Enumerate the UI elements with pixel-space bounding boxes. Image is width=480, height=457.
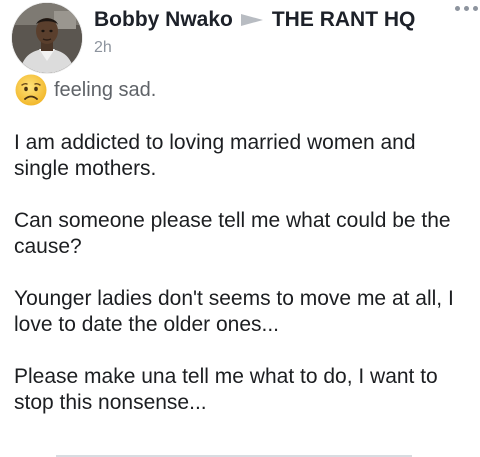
sad-face-emoji-icon	[15, 74, 47, 106]
dot-icon	[455, 6, 460, 11]
post-paragraph: I am addicted to loving married women an…	[14, 131, 416, 180]
post-body: I am addicted to loving married women an…	[14, 130, 474, 442]
feeling-text[interactable]: feeling sad.	[54, 79, 156, 102]
dot-icon	[473, 6, 478, 11]
title-row: Bobby Nwako THE RANT HQ	[94, 8, 474, 32]
group-name[interactable]: THE RANT HQ	[272, 8, 416, 32]
post-paragraph: Please make una tell me what to do, I wa…	[14, 365, 438, 414]
post-header: Bobby Nwako THE RANT HQ	[94, 8, 474, 32]
post-paragraph: Can someone please tell me what could be…	[14, 209, 451, 258]
post-paragraph: Younger ladies don't seems to move me at…	[14, 287, 454, 336]
author-name[interactable]: Bobby Nwako	[94, 8, 233, 32]
feeling-line: feeling sad.	[14, 73, 156, 107]
profile-avatar-icon[interactable]	[12, 3, 82, 73]
dot-icon	[464, 6, 469, 11]
post-timestamp[interactable]: 2h	[94, 39, 112, 57]
more-options-icon[interactable]	[455, 6, 478, 11]
post-card: Bobby Nwako THE RANT HQ 2h feeling sad. …	[0, 0, 480, 457]
right-triangle-icon	[239, 12, 265, 28]
